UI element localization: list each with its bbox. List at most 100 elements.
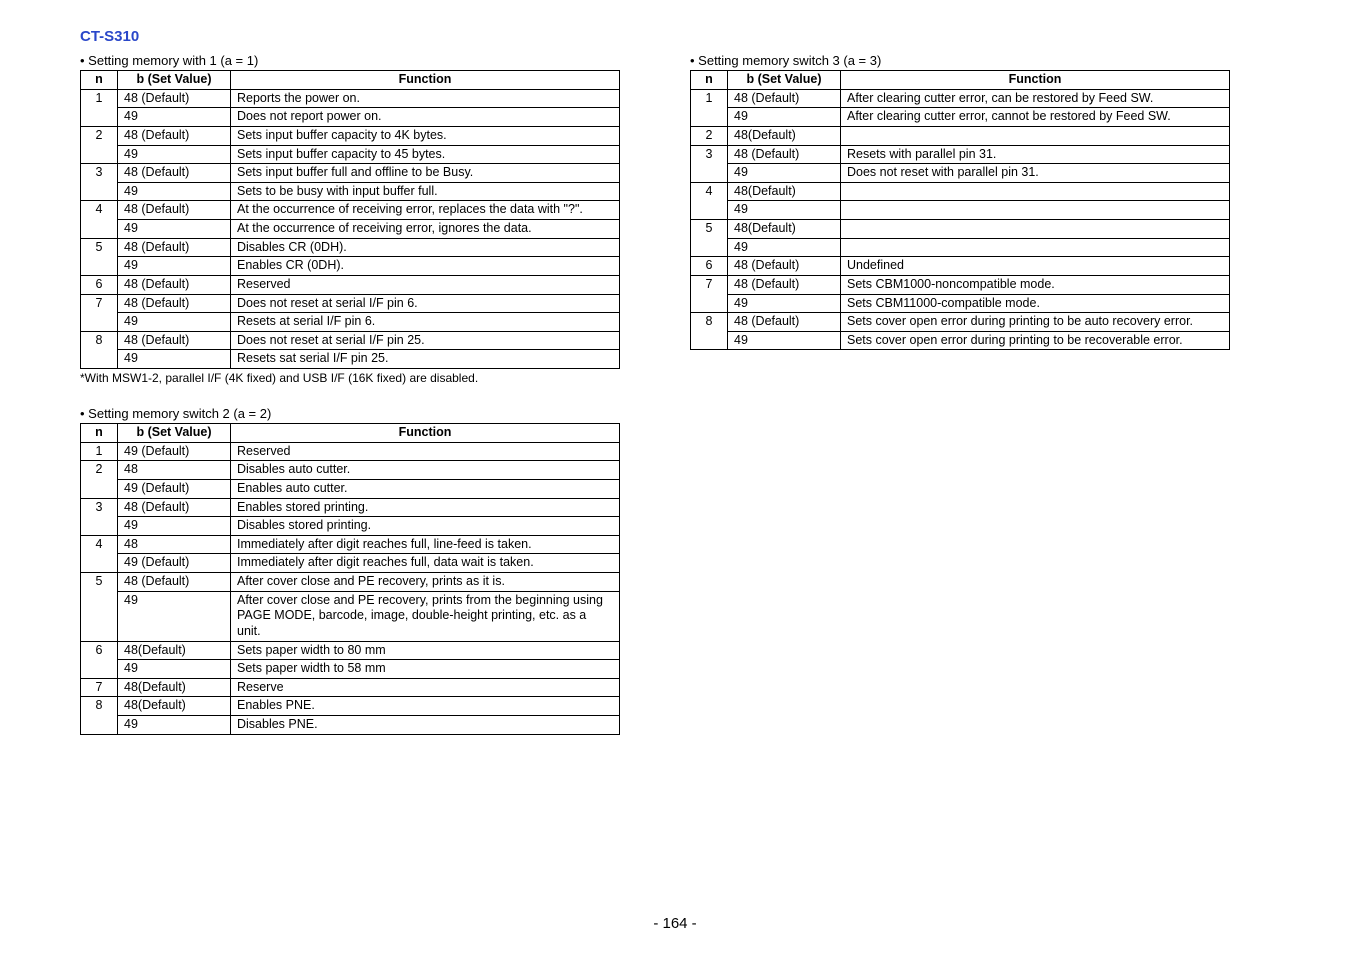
table-row: 49Resets at serial I/F pin 6.: [81, 313, 620, 332]
cell-f: Reserved: [231, 442, 620, 461]
cell-n: 4: [691, 182, 728, 219]
cell-f: Resets at serial I/F pin 6.: [231, 313, 620, 332]
table-row: 49Sets input buffer capacity to 45 bytes…: [81, 145, 620, 164]
cell-b: 49: [728, 201, 841, 220]
table2-h-f: Function: [231, 424, 620, 443]
cell-n: 7: [81, 294, 118, 331]
page-number: - 164 -: [0, 915, 1350, 932]
cell-n: 2: [691, 126, 728, 145]
cell-b: 48 (Default): [728, 275, 841, 294]
cell-f: Immediately after digit reaches full, da…: [231, 554, 620, 573]
cell-f: Disables auto cutter.: [231, 461, 620, 480]
cell-n: 5: [81, 238, 118, 275]
table-row: 848 (Default)Sets cover open error durin…: [691, 313, 1230, 332]
cell-b: 49: [118, 145, 231, 164]
table-row: 248(Default): [691, 126, 1230, 145]
table-row: 848(Default)Enables PNE.: [81, 697, 620, 716]
cell-f: Resets with parallel pin 31.: [841, 145, 1230, 164]
cell-f: After cover close and PE recovery, print…: [231, 573, 620, 592]
cell-b: 48 (Default): [728, 89, 841, 108]
cell-f: Reserve: [231, 678, 620, 697]
cell-b: 48: [118, 535, 231, 554]
table-row: 49Does not report power on.: [81, 108, 620, 127]
cell-b: 48 (Default): [118, 89, 231, 108]
cell-f: After cover close and PE recovery, print…: [231, 591, 620, 641]
table1-footnote: *With MSW1-2, parallel I/F (4K fixed) an…: [80, 371, 620, 385]
cell-n: 1: [81, 442, 118, 461]
cell-b: 48(Default): [118, 697, 231, 716]
cell-f: Sets paper width to 80 mm: [231, 641, 620, 660]
cell-n: 2: [81, 461, 118, 498]
table-row: 448 (Default)At the occurrence of receiv…: [81, 201, 620, 220]
cell-b: 49: [118, 182, 231, 201]
table-row: 49 (Default)Immediately after digit reac…: [81, 554, 620, 573]
cell-f: Sets to be busy with input buffer full.: [231, 182, 620, 201]
table2-h-n: n: [81, 424, 118, 443]
cell-n: 7: [81, 678, 118, 697]
table1-h-f: Function: [231, 71, 620, 90]
cell-f: Enables auto cutter.: [231, 479, 620, 498]
cell-b: 49: [728, 108, 841, 127]
cell-f: At the occurrence of receiving error, ig…: [231, 220, 620, 239]
table-row: 49Sets paper width to 58 mm: [81, 660, 620, 679]
cell-b: 48 (Default): [118, 238, 231, 257]
table-row: 348 (Default)Sets input buffer full and …: [81, 164, 620, 183]
table1-h-b: b (Set Value): [118, 71, 231, 90]
cell-n: 6: [81, 641, 118, 678]
table-row: 49After clearing cutter error, cannot be…: [691, 108, 1230, 127]
cell-b: 48(Default): [728, 220, 841, 239]
cell-n: 2: [81, 126, 118, 163]
cell-n: 7: [691, 275, 728, 312]
cell-b: 48: [118, 461, 231, 480]
cell-n: 1: [81, 89, 118, 126]
cell-f: Enables CR (0DH).: [231, 257, 620, 276]
cell-b: 48 (Default): [118, 201, 231, 220]
cell-f: Resets sat serial I/F pin 25.: [231, 350, 620, 369]
table-row: 448Immediately after digit reaches full,…: [81, 535, 620, 554]
cell-n: 5: [691, 220, 728, 257]
cell-n: 6: [691, 257, 728, 276]
cell-n: 6: [81, 275, 118, 294]
table-row: 248 (Default)Sets input buffer capacity …: [81, 126, 620, 145]
cell-f: Sets CBM11000-compatible mode.: [841, 294, 1230, 313]
cell-b: 48 (Default): [728, 257, 841, 276]
table2-h-b: b (Set Value): [118, 424, 231, 443]
cell-b: 48 (Default): [118, 498, 231, 517]
cell-f: Sets input buffer capacity to 4K bytes.: [231, 126, 620, 145]
cell-f: Does not reset at serial I/F pin 25.: [231, 331, 620, 350]
table-row: 49: [691, 238, 1230, 257]
cell-n: 8: [691, 313, 728, 350]
cell-f: Sets input buffer capacity to 45 bytes.: [231, 145, 620, 164]
cell-f: Enables PNE.: [231, 697, 620, 716]
left-column: • Setting memory with 1 (a = 1) n b (Set…: [80, 47, 620, 735]
cell-b: 49: [118, 350, 231, 369]
table-row: 748 (Default)Sets CBM1000-noncompatible …: [691, 275, 1230, 294]
cell-b: 48 (Default): [118, 573, 231, 592]
table2: n b (Set Value) Function 149 (Default)Re…: [80, 423, 620, 735]
cell-b: 48(Default): [118, 641, 231, 660]
table-row: 848 (Default)Does not reset at serial I/…: [81, 331, 620, 350]
cell-n: 4: [81, 535, 118, 572]
table-row: 49Resets sat serial I/F pin 25.: [81, 350, 620, 369]
cell-b: 49: [118, 108, 231, 127]
table1-h-n: n: [81, 71, 118, 90]
table-row: 148 (Default)Reports the power on.: [81, 89, 620, 108]
cell-n: 8: [81, 331, 118, 368]
cell-f: [841, 126, 1230, 145]
cell-f: Reports the power on.: [231, 89, 620, 108]
cell-f: Undefined: [841, 257, 1230, 276]
table-row: 648(Default)Sets paper width to 80 mm: [81, 641, 620, 660]
cell-f: Sets input buffer full and offline to be…: [231, 164, 620, 183]
cell-n: 3: [691, 145, 728, 182]
cell-n: 4: [81, 201, 118, 238]
table-row: 49Does not reset with parallel pin 31.: [691, 164, 1230, 183]
table-row: 49Sets to be busy with input buffer full…: [81, 182, 620, 201]
table-row: 748(Default)Reserve: [81, 678, 620, 697]
table1-caption: • Setting memory with 1 (a = 1): [80, 53, 620, 68]
table-row: 49 (Default)Enables auto cutter.: [81, 479, 620, 498]
table3-h-f: Function: [841, 71, 1230, 90]
table-row: 149 (Default)Reserved: [81, 442, 620, 461]
table-row: 648 (Default)Undefined: [691, 257, 1230, 276]
cell-f: [841, 182, 1230, 201]
cell-f: Sets CBM1000-noncompatible mode.: [841, 275, 1230, 294]
